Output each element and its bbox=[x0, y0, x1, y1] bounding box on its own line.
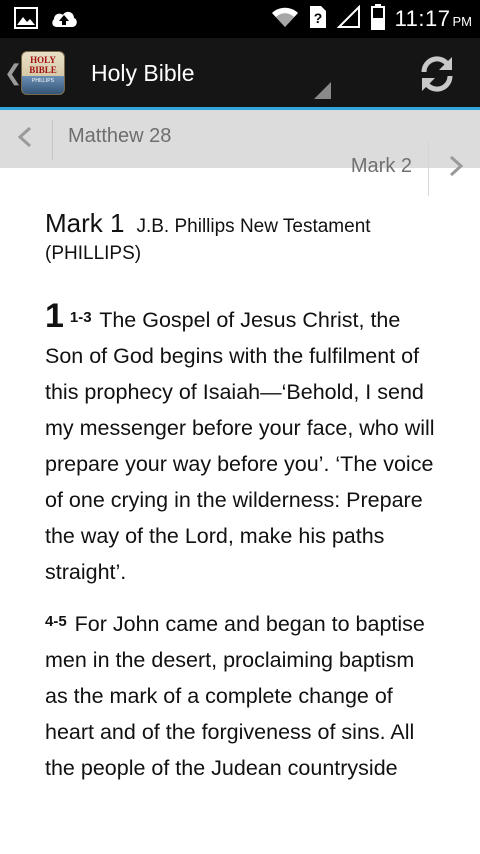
cloud-upload-icon bbox=[50, 7, 78, 34]
nav-divider bbox=[52, 120, 53, 160]
status-right: ? 11:17 PM bbox=[271, 3, 472, 35]
refresh-button[interactable] bbox=[414, 53, 460, 95]
passage-heading: Mark 1 J.B. Phillips New Testament (PHILL… bbox=[45, 210, 435, 268]
app-logo[interactable]: HOLY BIBLE PHILLIPS bbox=[21, 51, 65, 95]
status-time: 11:17 bbox=[394, 6, 451, 31]
next-chapter-button[interactable] bbox=[430, 140, 480, 196]
verse-number: 1-3 bbox=[69, 309, 92, 326]
chapter-title: Mark 1 bbox=[45, 208, 125, 238]
up-navigation-icon[interactable]: ❮ bbox=[4, 60, 22, 86]
verse-number: 4-5 bbox=[45, 613, 67, 630]
wifi-icon bbox=[271, 6, 299, 33]
refresh-icon bbox=[421, 56, 453, 92]
verse-text: The Gospel of Jesus Christ, the Son of G… bbox=[45, 308, 435, 584]
next-chapter-label[interactable]: Mark 2 bbox=[351, 155, 412, 178]
app-logo-text-phillips: PHILLIPS bbox=[32, 78, 54, 84]
signal-icon bbox=[336, 4, 361, 34]
status-bar: ? 11:17 PM bbox=[0, 0, 480, 38]
verse-paragraph: 1 1-3 The Gospel of Jesus Christ, the Son… bbox=[45, 298, 435, 590]
verse-text: For John came and began to baptise men i… bbox=[45, 612, 425, 780]
svg-text:?: ? bbox=[313, 10, 322, 26]
previous-chapter-button[interactable] bbox=[0, 110, 52, 168]
app-title[interactable]: Holy Bible bbox=[91, 60, 195, 87]
clock: 11:17 PM bbox=[395, 6, 472, 32]
previous-chapter-label[interactable]: Matthew 28 bbox=[68, 125, 171, 148]
verses: 1 1-3 The Gospel of Jesus Christ, the Son… bbox=[45, 298, 435, 786]
gallery-icon bbox=[14, 7, 38, 34]
app-logo-text-bible: BIBLE bbox=[29, 65, 57, 75]
chevron-left-icon bbox=[17, 126, 32, 148]
spinner-dropdown-indicator-icon[interactable] bbox=[314, 82, 331, 99]
app-logo-text-holy: HOLY bbox=[30, 55, 56, 65]
status-left bbox=[14, 7, 78, 34]
verse-paragraph: 4-5 For John came and began to baptise m… bbox=[45, 604, 435, 786]
status-ampm: PM bbox=[452, 14, 473, 29]
passage-content: Mark 1 J.B. Phillips New Testament (PHILL… bbox=[45, 210, 435, 800]
battery-icon bbox=[370, 3, 385, 35]
chapter-number: 1 bbox=[45, 297, 64, 335]
chevron-right-icon bbox=[449, 155, 464, 177]
unknown-sim-icon: ? bbox=[309, 5, 327, 34]
action-bar: ❮ HOLY BIBLE PHILLIPS Holy Bible bbox=[0, 38, 480, 107]
nav-divider-next bbox=[428, 140, 429, 196]
